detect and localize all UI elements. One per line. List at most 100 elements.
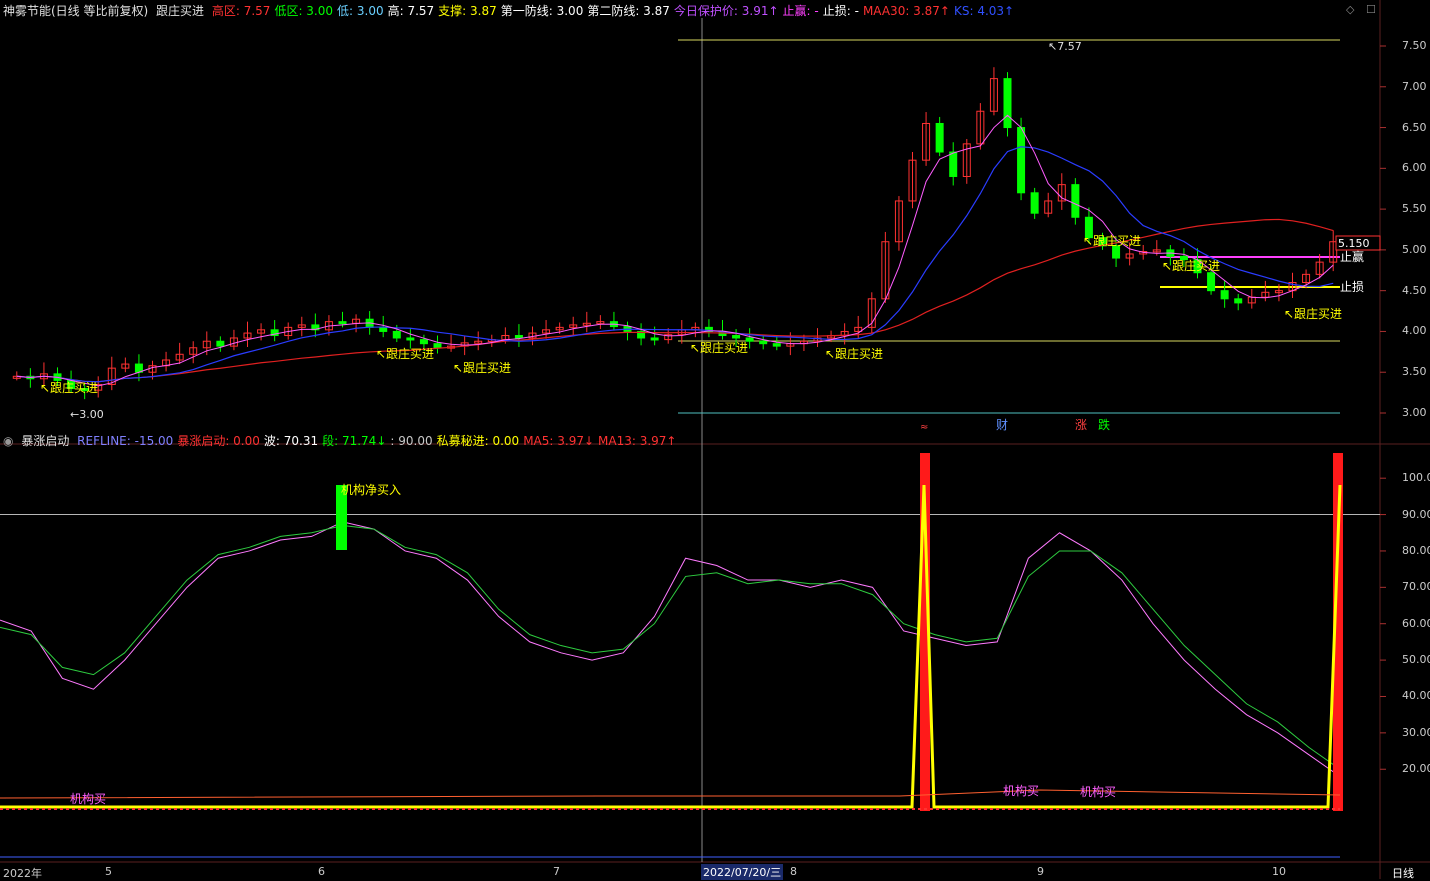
diamond-icon[interactable]: ◇ [1346,3,1354,16]
price-tick-0: 7.50 [1402,39,1427,52]
osc-tick-5: 50.00 [1402,653,1430,667]
candle-body [392,330,401,339]
collapse-icon[interactable]: ☐ [1366,3,1376,16]
buy-signal-label: ↖跟庄买进 [1284,306,1342,321]
sub-indicator-name[interactable]: 暴涨启动 [21,434,69,448]
inst-buy-label-1: 机构买 [70,791,106,806]
osc-tick-3: 70.00 [1402,580,1430,594]
osc-tick-2: 80.00 [1402,543,1430,557]
price-tick-4: 5.50 [1402,202,1427,216]
candle-body [772,343,781,347]
time-tick-5: 9 [1037,865,1044,878]
time-tick-1: 5 [105,865,112,878]
time-tick-3: 7 [553,865,560,878]
osc-tick-8: 20.00 [1402,762,1430,776]
osc-segment-line [0,524,1341,770]
sub-field-7: MA13: 3.97↑ [598,434,677,448]
candle-body [216,340,225,347]
stop-loss-label: 止损 [1340,280,1364,294]
candle-body [1030,192,1039,214]
price-tick-8: 3.50 [1402,365,1427,379]
header-field-4: 支撑: 3.87 [438,4,497,18]
inst-buy-label-3: 机构买 [1080,784,1116,799]
high-price-label: ↖7.57 [1048,40,1082,53]
price-tick-2: 6.50 [1402,120,1427,134]
osc-tick-7: 30.00 [1402,725,1430,739]
header-field-3: 高: 7.57 [387,4,435,18]
candle-body [1234,298,1243,304]
header-field-2: 低: 3.00 [337,4,384,18]
price-tick-1: 7.00 [1402,79,1427,93]
stop-win-label: 止赢 [1340,249,1364,264]
sub-field-5: 私募秘进: 0.00 [436,434,520,448]
time-tick-2: 6 [318,865,325,878]
buy-signal-label: ↖跟庄买进 [376,346,434,361]
sub-field-1: 暴涨启动: 0.00 [177,434,260,448]
candle-body [1017,127,1026,194]
osc-tick-0: 100.0 [1402,471,1430,485]
time-tick-4: 8 [790,865,797,878]
main-chart-header: 神雾节能(日线 等比前复权) 跟庄买进 高区: 7.57 低区: 3.00 低: 3… [3,3,1022,19]
cursor-date-label: 2022/07/20/三 [701,864,784,880]
sub-chart-header: ◉ 暴涨启动 REFLINE: -15.00 暴涨启动: 0.00 波: 70.31… [3,433,684,449]
price-tag-label: 5.150 [1338,237,1370,250]
candle-body [514,335,523,339]
candle-body [650,337,659,341]
header-field-1: 低区: 3.00 [274,4,334,18]
low-price-label: ←3.00 [70,408,104,421]
candle-body [935,122,944,153]
candle-body [949,151,958,177]
sub-field-2: 波: 70.31 [263,434,319,448]
candle-body [1220,290,1229,300]
buy-signal-label: ↖跟庄买进 [825,346,883,361]
osc-tick-6: 40.00 [1402,689,1430,703]
sub-field-4: : 90.00 [390,434,433,448]
candle-body [338,321,347,325]
stock-name[interactable]: 神雾节能(日线 等比前复权) [3,4,148,18]
osc-tick-1: 90.00 [1402,507,1430,521]
price-tick-6: 4.50 [1402,283,1427,297]
header-field-8: 止赢: - [782,4,819,18]
osc-wave-line [0,521,1341,777]
candle-body [419,339,428,345]
header-field-9: 止损: - [822,4,859,18]
candle-body [433,343,442,349]
candle-body [759,340,768,345]
sub-field-0: REFLINE: -15.00 [77,434,174,448]
buy-signal-label: ↖跟庄买进 [1162,258,1220,273]
ma4-line [16,114,1334,387]
candle-body [1003,78,1012,129]
candle-body [1207,272,1216,292]
collapse-sub-icon[interactable]: ◉ [3,434,13,448]
header-field-10: MAA30: 3.87↑ [862,4,950,18]
candle-body [732,335,741,339]
price-tick-5: 5.00 [1402,242,1427,256]
sub-field-3: 段: 71.74↓ [322,434,387,448]
private-buy-line [0,484,1342,809]
price-tick-7: 4.00 [1402,324,1427,338]
buy-signal-label: ↖跟庄买进 [690,340,748,355]
price-tick-9: 3.00 [1402,406,1427,419]
event-down-label: 跌 [1098,417,1110,432]
event-finance-label: 财 [996,418,1008,432]
header-field-11: KS: 4.03↑ [953,4,1015,18]
sub-field-6: MA5: 3.97↓ [523,434,595,448]
buy-signal-label: ↖跟庄买进 [453,360,511,375]
price-tick-3: 6.00 [1402,161,1427,175]
header-field-7: 今日保护价: 3.91↑ [673,4,779,18]
candle-body [1071,184,1080,218]
ma10-line [16,146,1334,383]
buy-signal-label: ↖跟庄买进 [40,380,98,395]
inst-buy-line [0,789,1341,799]
candle-body [406,337,415,341]
event-up-label: 涨 [1075,417,1087,432]
indicator-name[interactable]: 跟庄买进 [156,4,204,18]
buy-signal-label: ↖跟庄买进 [1083,233,1141,248]
header-field-6: 第二防线: 3.87 [587,4,670,18]
inst-buy-label-2: 机构买 [1003,783,1039,798]
inst-net-buy-label: 机构净买入 [341,482,401,497]
header-field-0: 高区: 7.57 [211,4,271,18]
candle-body [379,326,388,332]
time-tick-6: 10 [1272,865,1286,878]
osc-tick-4: 60.00 [1402,616,1430,630]
